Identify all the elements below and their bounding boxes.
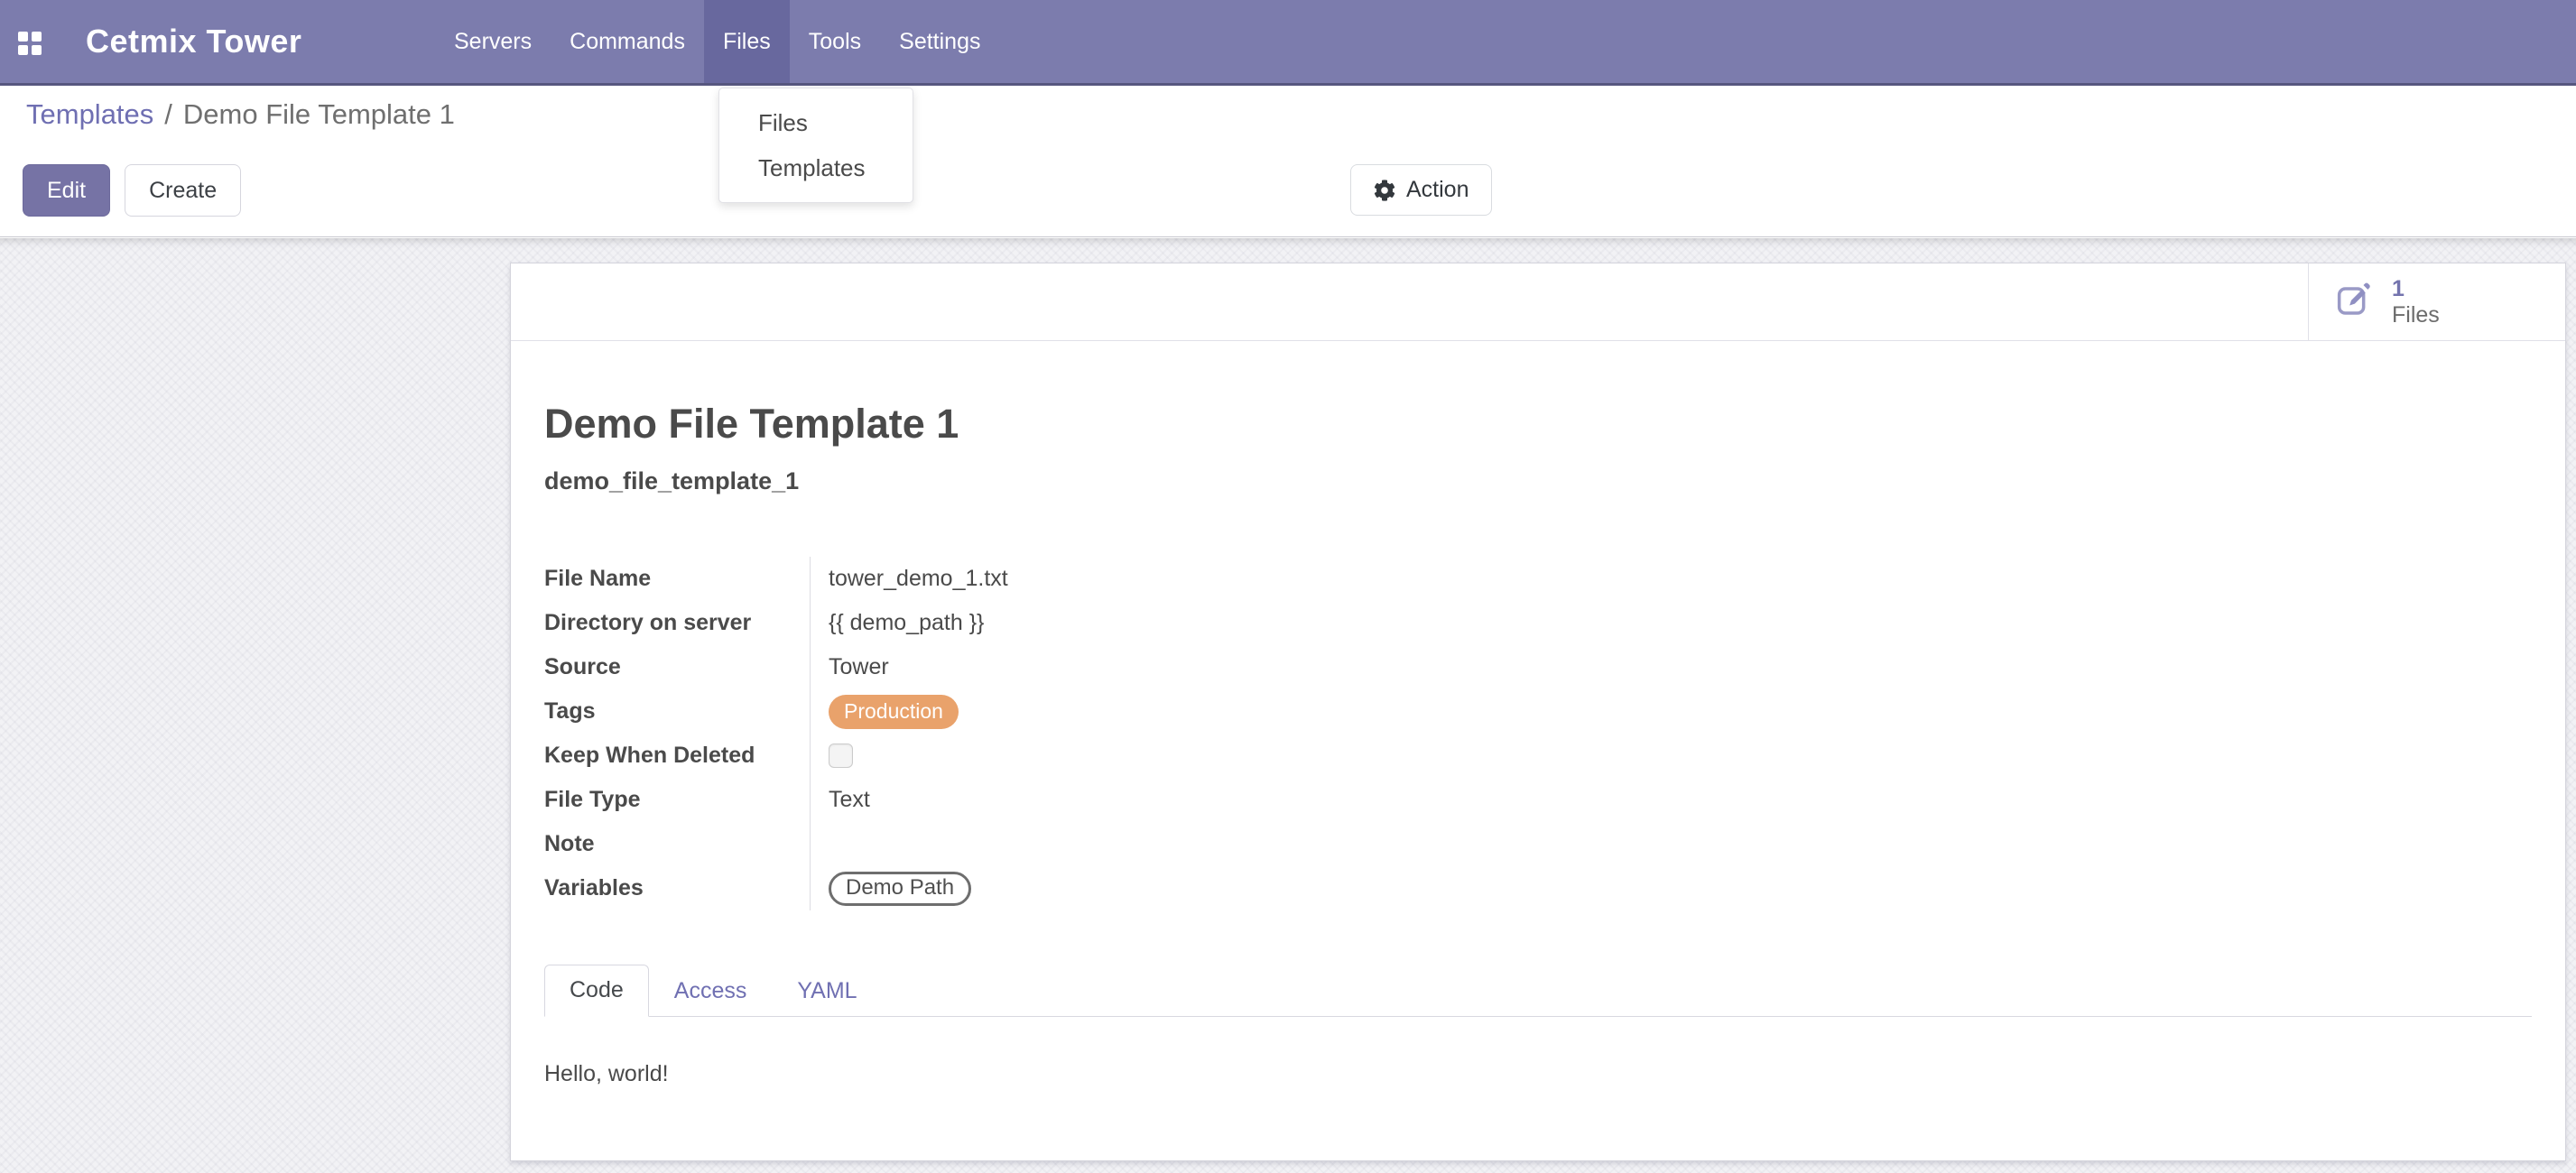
nav-item-commands[interactable]: Commands (551, 0, 704, 83)
breadcrumb-link-templates[interactable]: Templates (26, 98, 153, 131)
field-label-keep-when-deleted: Keep When Deleted (544, 734, 811, 778)
gear-icon (1374, 180, 1395, 201)
breadcrumb-current: Demo File Template 1 (183, 98, 455, 131)
action-button[interactable]: Action (1350, 164, 1492, 216)
tab-yaml[interactable]: YAML (772, 965, 882, 1017)
record-title: Demo File Template 1 (544, 401, 959, 448)
field-value-text-source: Tower (829, 654, 889, 680)
field-value-file-name: tower_demo_1.txt (811, 557, 1537, 601)
edit-file-icon (2336, 282, 2372, 322)
nav-item-files[interactable]: Files (704, 0, 790, 83)
field-label-directory-on-server: Directory on server (544, 601, 811, 645)
brand-logo[interactable]: Cetmix Tower (86, 0, 301, 83)
tab-access[interactable]: Access (649, 965, 773, 1017)
field-value-text-directory-on-server: {{ demo_path }} (829, 610, 984, 636)
field-value-note (811, 822, 1537, 866)
apps-menu-icon[interactable] (18, 32, 42, 55)
field-value-file-type: Text (811, 778, 1537, 822)
field-label-variables: Variables (544, 866, 811, 910)
apps-menu-square (18, 32, 28, 42)
code-content: Hello, world! (544, 1061, 669, 1087)
dropdown-item-files[interactable]: Files (719, 100, 913, 145)
dropdown-item-templates[interactable]: Templates (719, 145, 913, 190)
tag-production[interactable]: Production (829, 695, 959, 729)
button-box: 1 Files (511, 263, 2565, 341)
keep-when-deleted-checkbox[interactable] (829, 744, 853, 768)
field-value-keep-when-deleted (811, 734, 1537, 778)
tab-bar: CodeAccessYAML (544, 965, 2532, 1017)
apps-menu-square (32, 32, 42, 42)
app-root: Cetmix Tower ServersCommandsFilesToolsSe… (0, 0, 2576, 1173)
action-button-label: Action (1406, 177, 1469, 203)
field-value-variables: Demo Path (811, 866, 1537, 910)
apps-menu-square (32, 45, 42, 55)
tab-code[interactable]: Code (544, 965, 649, 1017)
record-reference: demo_file_template_1 (544, 467, 799, 495)
field-label-file-name: File Name (544, 557, 811, 601)
field-value-tags: Production (811, 689, 1537, 734)
create-button[interactable]: Create (125, 164, 241, 217)
variable-pill-demo-path[interactable]: Demo Path (829, 872, 971, 906)
main-nav: ServersCommandsFilesToolsSettings (435, 0, 999, 83)
control-panel-buttons: Edit Create (23, 164, 241, 217)
apps-menu-square (18, 45, 28, 55)
nav-item-tools[interactable]: Tools (790, 0, 880, 83)
form-sheet: 1 Files Demo File Template 1 demo_file_t… (510, 263, 2566, 1161)
control-panel: Templates / Demo File Template 1 Edit Cr… (0, 86, 2576, 237)
field-label-source: Source (544, 645, 811, 689)
nav-item-servers[interactable]: Servers (435, 0, 551, 83)
content-area: 1 Files Demo File Template 1 demo_file_t… (0, 238, 2576, 1173)
field-value-directory-on-server: {{ demo_path }} (811, 601, 1537, 645)
field-label-tags: Tags (544, 689, 811, 734)
top-navbar: Cetmix Tower ServersCommandsFilesToolsSe… (0, 0, 2576, 86)
files-stat-button[interactable]: 1 Files (2308, 263, 2565, 340)
fields-table: File Name tower_demo_1.txt Directory on se… (544, 557, 1537, 910)
edit-button[interactable]: Edit (23, 164, 110, 217)
field-label-note: Note (544, 822, 811, 866)
nav-item-settings[interactable]: Settings (880, 0, 999, 83)
files-dropdown-menu: FilesTemplates (718, 88, 913, 203)
field-value-text-file-name: tower_demo_1.txt (829, 566, 1008, 592)
stat-count: 1 (2392, 276, 2440, 302)
stat-texts: 1 Files (2392, 276, 2440, 328)
field-value-text-file-type: Text (829, 787, 870, 813)
breadcrumb: Templates / Demo File Template 1 (26, 98, 455, 131)
breadcrumb-separator: / (164, 98, 172, 131)
field-label-file-type: File Type (544, 778, 811, 822)
field-value-source: Tower (811, 645, 1537, 689)
stat-label: Files (2392, 302, 2440, 328)
